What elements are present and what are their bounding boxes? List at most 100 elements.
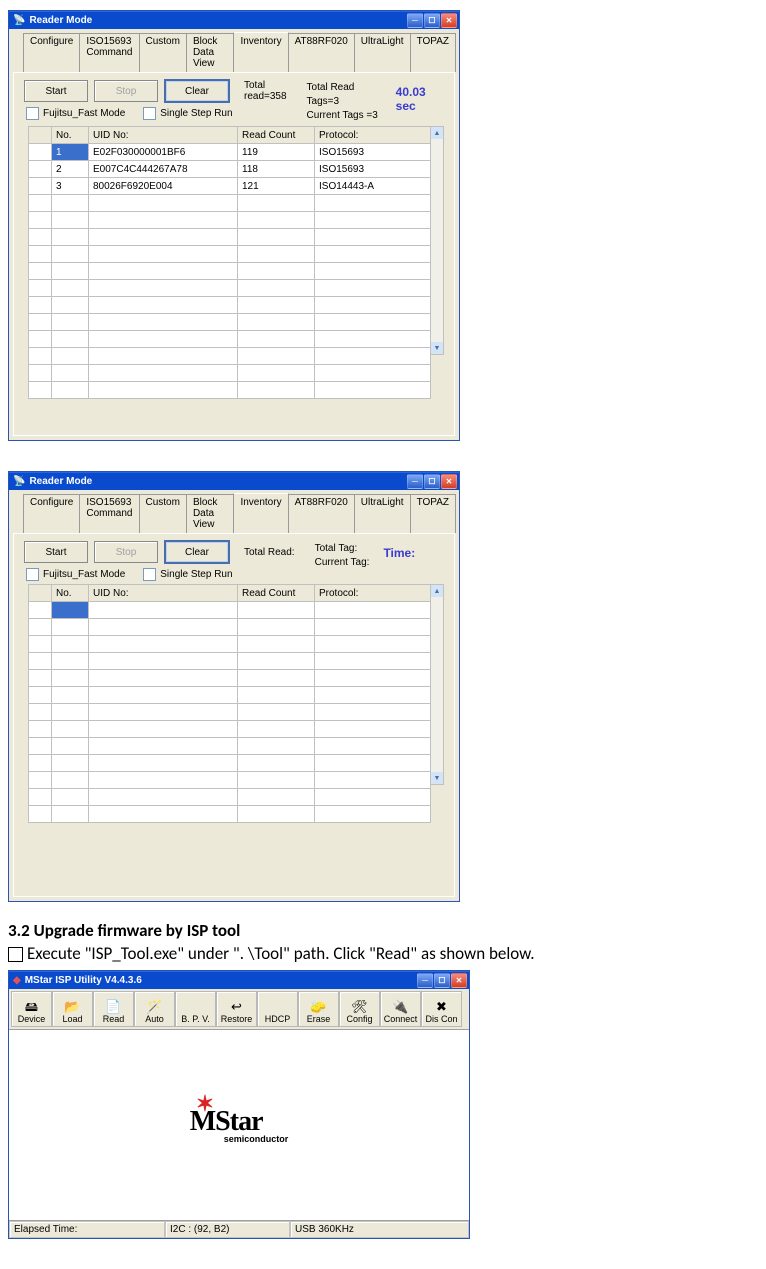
table-row[interactable] (29, 687, 431, 704)
col-uid[interactable]: UID No: (89, 585, 238, 602)
section-body-text: Execute "ISP_Tool.exe" under ". \Tool" p… (27, 943, 535, 964)
disconnect-button[interactable]: ✖Dis Con (421, 991, 462, 1027)
col-uid[interactable]: UID No: (89, 127, 238, 144)
table-row[interactable] (29, 636, 431, 653)
tab-blockdata[interactable]: Block Data View (186, 33, 234, 72)
scroll-down-icon[interactable]: ▼ (431, 342, 443, 354)
table-row[interactable] (29, 738, 431, 755)
table-row[interactable] (29, 704, 431, 721)
table-row[interactable] (29, 670, 431, 687)
maximize-button[interactable]: ☐ (434, 973, 450, 988)
col-no[interactable]: No. (52, 585, 89, 602)
table-row[interactable] (29, 789, 431, 806)
table-row[interactable] (29, 297, 431, 314)
col-proto[interactable]: Protocol: (315, 585, 431, 602)
fujitsu-checkbox[interactable]: Fujitsu_Fast Mode (26, 568, 125, 581)
restore-button[interactable]: ↩Restore (216, 991, 257, 1027)
tab-configure[interactable]: Configure (23, 494, 80, 533)
table-row[interactable] (29, 721, 431, 738)
col-count[interactable]: Read Count (238, 585, 315, 602)
tab-ultralight[interactable]: UltraLight (354, 33, 411, 72)
stop-button[interactable]: Stop (94, 80, 158, 102)
section-heading: 3.2 Upgrade firmware by ISP tool (8, 920, 766, 941)
table-row[interactable] (29, 619, 431, 636)
close-button[interactable]: ✕ (441, 474, 457, 489)
table-row[interactable] (29, 348, 431, 365)
elapsed-time: 40.03 sec (396, 85, 444, 113)
scrollbar[interactable]: ▲ ▼ (431, 584, 444, 785)
table-row[interactable] (29, 365, 431, 382)
stop-button[interactable]: Stop (94, 541, 158, 563)
table-row[interactable]: 2E007C4C444267A78118ISO15693 (29, 161, 431, 178)
table-row[interactable] (29, 263, 431, 280)
table-row[interactable] (29, 755, 431, 772)
auto-button[interactable]: 🪄Auto (134, 991, 175, 1027)
table-row[interactable] (29, 246, 431, 263)
start-button[interactable]: Start (24, 541, 88, 563)
erase-button[interactable]: 🧽Erase (298, 991, 339, 1027)
clear-button[interactable]: Clear (164, 79, 230, 103)
table-row[interactable] (29, 331, 431, 348)
table-row[interactable] (29, 280, 431, 297)
erase-icon: 🧽 (310, 1000, 326, 1013)
tab-topaz[interactable]: TOPAZ (410, 494, 456, 533)
tab-blockdata[interactable]: Block Data View (186, 494, 234, 533)
minimize-button[interactable]: ─ (407, 474, 423, 489)
tab-at88[interactable]: AT88RF020 (288, 33, 355, 72)
connect-button[interactable]: 🔌Connect (380, 991, 421, 1027)
scroll-up-icon[interactable]: ▲ (431, 585, 443, 597)
singlestep-checkbox[interactable]: Single Step Run (143, 568, 232, 581)
app-icon: 📡 (13, 476, 25, 487)
device-icon: 🖴 (25, 1000, 38, 1013)
col-no[interactable]: No. (52, 127, 89, 144)
hdcp-button[interactable]: HDCP (257, 991, 298, 1027)
tab-topaz[interactable]: TOPAZ (410, 33, 456, 72)
titlebar[interactable]: ◆ MStar ISP Utility V4.4.3.6 ─ ☐ ✕ (9, 971, 469, 989)
table-row[interactable] (29, 229, 431, 246)
table-row[interactable] (29, 195, 431, 212)
tab-iso15693[interactable]: ISO15693 Command (79, 494, 139, 533)
table-row[interactable] (29, 314, 431, 331)
scroll-down-icon[interactable]: ▼ (431, 772, 443, 784)
total-read-label: Total read=358 (244, 80, 287, 102)
tab-iso15693[interactable]: ISO15693 Command (79, 33, 139, 72)
table-row[interactable] (29, 382, 431, 399)
minimize-button[interactable]: ─ (407, 13, 423, 28)
read-button[interactable]: 📄Read (93, 991, 134, 1027)
fujitsu-checkbox[interactable]: Fujitsu_Fast Mode (26, 107, 125, 120)
table-row[interactable]: 1E02F030000001BF6119ISO15693 (29, 144, 431, 161)
table-row[interactable] (29, 806, 431, 823)
table-row[interactable] (29, 212, 431, 229)
clear-button[interactable]: Clear (164, 540, 230, 564)
scroll-up-icon[interactable]: ▲ (431, 127, 443, 139)
titlebar[interactable]: 📡 Reader Mode ─ ☐ ✕ (9, 472, 459, 490)
panel: Start Stop Clear Total read=358 Fujitsu_… (13, 72, 455, 436)
load-button[interactable]: 📂Load (52, 991, 93, 1027)
table-row[interactable] (29, 602, 431, 619)
total-tags-label: Total Read Tags=3 (307, 81, 382, 109)
tab-custom[interactable]: Custom (139, 494, 187, 533)
table-row[interactable] (29, 653, 431, 670)
col-proto[interactable]: Protocol: (315, 127, 431, 144)
table-row[interactable] (29, 772, 431, 789)
col-count[interactable]: Read Count (238, 127, 315, 144)
tab-inventory[interactable]: Inventory (233, 493, 288, 533)
device-button[interactable]: 🖴Device (11, 991, 52, 1027)
bpv-button[interactable]: B. P. V. (175, 991, 216, 1027)
tab-ultralight[interactable]: UltraLight (354, 494, 411, 533)
maximize-button[interactable]: ☐ (424, 13, 440, 28)
tab-at88[interactable]: AT88RF020 (288, 494, 355, 533)
tab-custom[interactable]: Custom (139, 33, 187, 72)
close-button[interactable]: ✕ (441, 13, 457, 28)
start-button[interactable]: Start (24, 80, 88, 102)
tab-configure[interactable]: Configure (23, 33, 80, 72)
table-row[interactable]: 380026F6920E004121ISO14443-A (29, 178, 431, 195)
scrollbar[interactable]: ▲ ▼ (431, 126, 444, 355)
close-button[interactable]: ✕ (451, 973, 467, 988)
singlestep-checkbox[interactable]: Single Step Run (143, 107, 232, 120)
minimize-button[interactable]: ─ (417, 973, 433, 988)
maximize-button[interactable]: ☐ (424, 474, 440, 489)
config-button[interactable]: 🛠Config (339, 991, 380, 1027)
titlebar[interactable]: 📡 Reader Mode ─ ☐ ✕ (9, 11, 459, 29)
tab-inventory[interactable]: Inventory (233, 32, 288, 72)
